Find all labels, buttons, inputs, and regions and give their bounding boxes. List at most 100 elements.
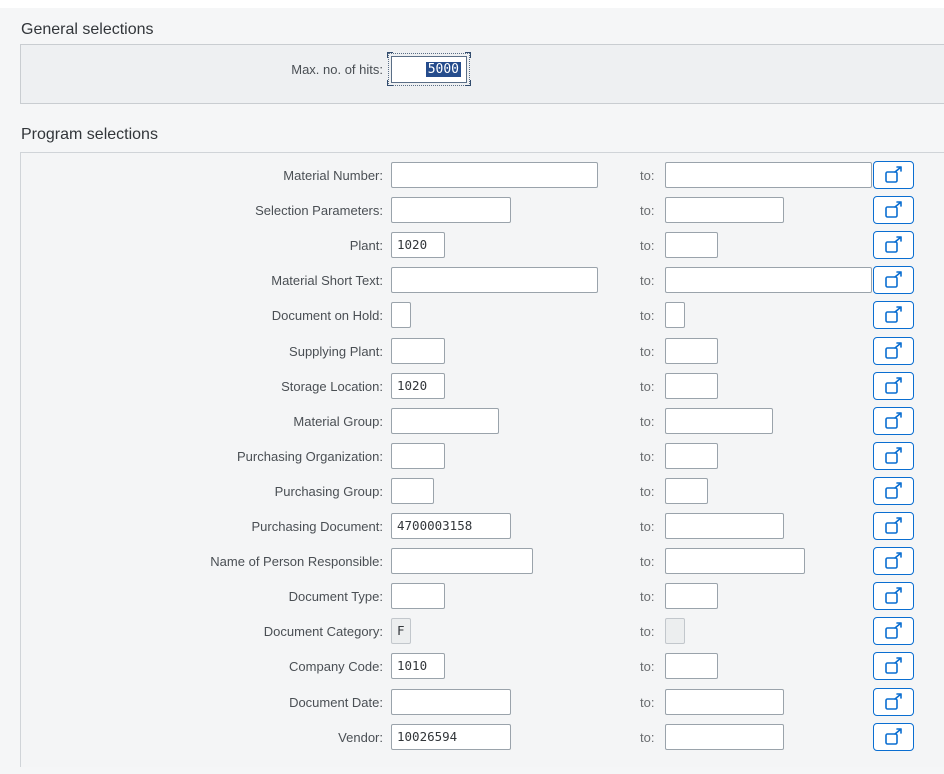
multiple-selection-icon	[884, 271, 902, 288]
to-label: to:	[640, 379, 655, 394]
multiple-selection-button[interactable]	[873, 407, 914, 435]
multiple-selection-icon	[884, 166, 902, 183]
field-label: Document Date:	[289, 695, 383, 710]
multiple-selection-button[interactable]	[873, 337, 914, 365]
from-input[interactable]	[391, 689, 511, 715]
to-label: to:	[640, 554, 655, 569]
from-input[interactable]: 1020	[391, 232, 445, 258]
to-input[interactable]	[665, 162, 872, 188]
field-label: Material Short Text:	[271, 273, 383, 288]
to-input[interactable]	[665, 232, 718, 258]
to-input[interactable]	[665, 338, 718, 364]
from-input[interactable]	[391, 443, 445, 469]
multiple-selection-button[interactable]	[873, 442, 914, 470]
from-input[interactable]	[391, 197, 511, 223]
from-input[interactable]	[391, 408, 499, 434]
max-hits-label: Max. no. of hits:	[291, 62, 383, 77]
multiple-selection-button[interactable]	[873, 231, 914, 259]
to-input[interactable]	[665, 373, 718, 399]
multiple-selection-icon	[884, 622, 902, 639]
field-label: Material Group:	[293, 414, 383, 429]
multiple-selection-icon	[884, 728, 902, 745]
multiple-selection-button[interactable]	[873, 161, 914, 189]
field-label: Purchasing Organization:	[237, 449, 383, 464]
to-input[interactable]	[665, 443, 718, 469]
multiple-selection-button[interactable]	[873, 266, 914, 294]
from-input[interactable]: 1020	[391, 373, 445, 399]
from-input[interactable]	[391, 583, 445, 609]
multiple-selection-button[interactable]	[873, 617, 914, 645]
to-label: to:	[640, 168, 655, 183]
multiple-selection-button[interactable]	[873, 477, 914, 505]
multiple-selection-icon	[884, 657, 902, 674]
multiple-selection-icon	[884, 236, 902, 253]
max-hits-input[interactable]: 5000	[388, 53, 470, 86]
multiple-selection-button[interactable]	[873, 652, 914, 680]
to-label: to:	[640, 308, 655, 323]
from-input[interactable]	[391, 302, 411, 328]
to-label: to:	[640, 695, 655, 710]
to-label: to:	[640, 344, 655, 359]
multiple-selection-button[interactable]	[873, 688, 914, 716]
to-input[interactable]	[665, 513, 784, 539]
multiple-selection-icon	[884, 412, 902, 429]
field-label: Vendor:	[338, 730, 383, 745]
field-label: Plant:	[349, 238, 383, 253]
multiple-selection-button[interactable]	[873, 512, 914, 540]
to-label: to:	[640, 589, 655, 604]
multiple-selection-button[interactable]	[873, 301, 914, 329]
field-label: Purchasing Group:	[274, 484, 383, 499]
to-input[interactable]	[665, 689, 784, 715]
to-input[interactable]	[665, 583, 718, 609]
focus-corner	[387, 52, 393, 58]
max-hits-value: 5000	[425, 62, 461, 77]
field-label: Company Code:	[289, 659, 383, 674]
from-input[interactable]: 4700003158	[391, 513, 511, 539]
from-input[interactable]	[391, 267, 598, 293]
from-input[interactable]	[391, 548, 533, 574]
field-label: Name of Person Responsible:	[210, 554, 383, 569]
top-band	[0, 0, 944, 8]
program-selections-title: Program selections	[21, 126, 158, 143]
multiple-selection-icon	[884, 552, 902, 569]
to-input[interactable]	[665, 478, 708, 504]
multiple-selection-icon	[884, 517, 902, 534]
to-label: to:	[640, 484, 655, 499]
focus-corner	[465, 80, 471, 86]
multiple-selection-button[interactable]	[873, 582, 914, 610]
multiple-selection-button[interactable]	[873, 372, 914, 400]
to-label: to:	[640, 624, 655, 639]
to-input[interactable]	[665, 408, 773, 434]
multiple-selection-icon	[884, 447, 902, 464]
to-input[interactable]	[665, 548, 805, 574]
to-label: to:	[640, 519, 655, 534]
field-label: Material Number:	[283, 168, 383, 183]
from-input[interactable]	[391, 162, 598, 188]
to-input[interactable]	[665, 197, 784, 223]
to-label: to:	[640, 203, 655, 218]
multiple-selection-icon	[884, 377, 902, 394]
from-input[interactable]	[391, 478, 434, 504]
to-label: to:	[640, 449, 655, 464]
to-input[interactable]	[665, 653, 718, 679]
from-input[interactable]: F	[391, 618, 411, 644]
field-label: Document Category:	[263, 624, 383, 639]
multiple-selection-icon	[884, 482, 902, 499]
to-input[interactable]	[665, 267, 872, 293]
to-input[interactable]	[665, 302, 685, 328]
from-input[interactable]: 1010	[391, 653, 445, 679]
multiple-selection-icon	[884, 306, 902, 323]
from-input[interactable]	[391, 338, 445, 364]
general-selections-title: General selections	[21, 21, 154, 38]
multiple-selection-button[interactable]	[873, 723, 914, 751]
multiple-selection-icon	[884, 342, 902, 359]
to-input[interactable]	[665, 724, 784, 750]
to-label: to:	[640, 414, 655, 429]
multiple-selection-button[interactable]	[873, 547, 914, 575]
to-input[interactable]	[665, 618, 685, 644]
field-label: Document on Hold:	[271, 308, 383, 323]
from-input[interactable]: 10026594	[391, 724, 511, 750]
field-label: Purchasing Document:	[251, 519, 383, 534]
multiple-selection-icon	[884, 587, 902, 604]
multiple-selection-button[interactable]	[873, 196, 914, 224]
